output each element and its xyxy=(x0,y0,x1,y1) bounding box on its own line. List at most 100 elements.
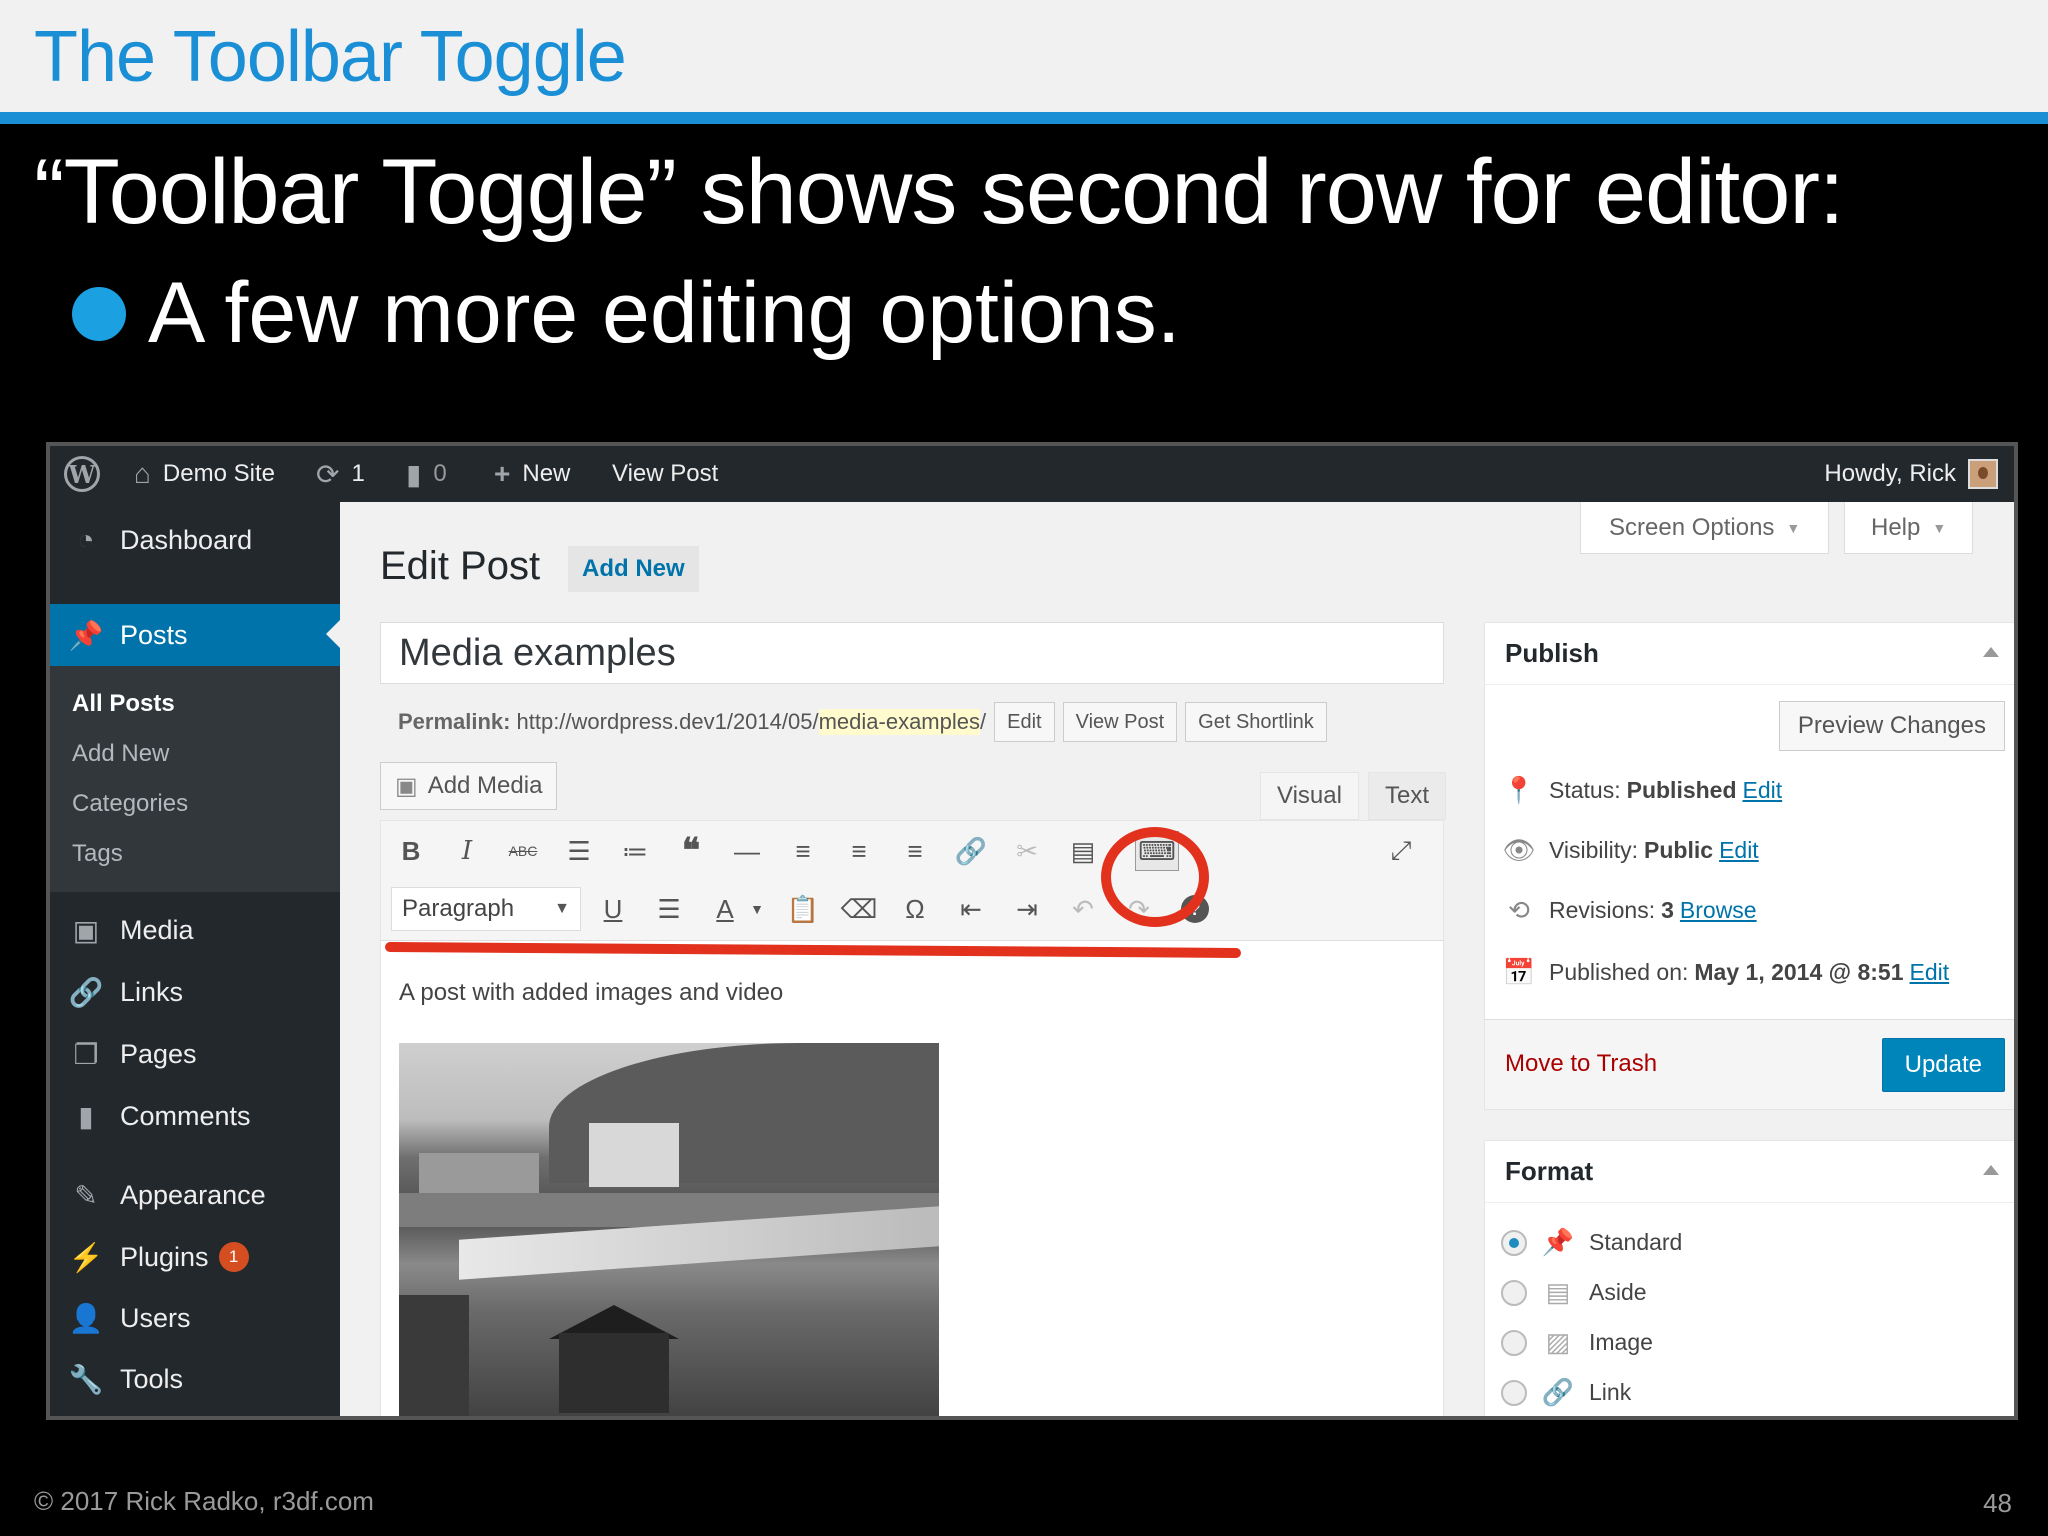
wp-logo-menu[interactable]: W xyxy=(64,446,100,502)
outdent-icon[interactable]: ⇤ xyxy=(951,889,991,929)
menu-item-tools[interactable]: 🔧 Tools xyxy=(50,1348,340,1410)
horizontal-line-icon[interactable]: — xyxy=(727,831,767,871)
post-image[interactable] xyxy=(399,1043,939,1416)
my-account-menu[interactable]: Howdy, Rick xyxy=(1824,446,1998,502)
permalink-trail: / xyxy=(980,709,987,734)
bold-icon[interactable]: B xyxy=(391,831,431,871)
strikethrough-icon[interactable]: ABC xyxy=(503,831,543,871)
radio-standard[interactable] xyxy=(1501,1229,1527,1256)
add-new-button[interactable]: Add New xyxy=(568,546,699,592)
menu-item-users[interactable]: 👤 Users xyxy=(50,1288,340,1348)
menu-item-posts[interactable]: 📌 Posts xyxy=(50,604,340,666)
permalink-view-post-button[interactable]: View Post xyxy=(1062,702,1178,742)
publish-box-title: Publish xyxy=(1505,638,1599,668)
format-select-value: Paragraph xyxy=(402,895,515,922)
indent-icon[interactable]: ⇥ xyxy=(1007,889,1047,929)
special-character-icon[interactable]: Ω xyxy=(895,889,935,929)
admin-bar: W ⌂ Demo Site ⟳ 1 ▮ 0 + New View Post Ho… xyxy=(50,446,2014,502)
submenu-add-new[interactable]: Add New xyxy=(72,740,169,768)
permalink-base: http://wordpress.dev1/2014/05/ xyxy=(516,709,819,734)
radio-image[interactable] xyxy=(1501,1329,1527,1356)
post-editor: B I ABC ☰ ≔ ❝ — ≡ ≡ ≡ 🔗 ✂ ▤ ⌨ ⤢ Paragrap… xyxy=(380,820,1444,1416)
get-shortlink-button[interactable]: Get Shortlink xyxy=(1185,702,1327,742)
format-option-standard[interactable]: 📌 Standard xyxy=(1501,1227,1682,1258)
format-label: Image xyxy=(1589,1329,1653,1355)
align-left-icon[interactable]: ≡ xyxy=(783,831,823,871)
italic-icon[interactable]: I xyxy=(447,831,487,871)
visibility-value: Public xyxy=(1644,837,1714,863)
menu-item-links[interactable]: 🔗 Links xyxy=(50,962,340,1022)
post-title-input[interactable]: Media examples xyxy=(380,622,1444,684)
help-button[interactable]: Help ▼ xyxy=(1844,502,1974,554)
publish-actions: Move to Trash Update xyxy=(1485,1019,2014,1109)
radio-aside[interactable] xyxy=(1501,1279,1527,1306)
undo-icon[interactable]: ↶ xyxy=(1063,889,1103,929)
clear-formatting-icon[interactable]: ⌫ xyxy=(839,889,879,929)
menu-item-media[interactable]: ▣ Media xyxy=(50,900,340,960)
screen-options-button[interactable]: Screen Options ▼ xyxy=(1580,502,1830,554)
permalink-edit-button[interactable]: Edit xyxy=(994,702,1055,742)
tab-visual[interactable]: Visual xyxy=(1260,772,1359,820)
view-post-link[interactable]: View Post xyxy=(612,446,718,502)
new-content-link[interactable]: + New xyxy=(494,446,570,502)
publish-box-header[interactable]: Publish xyxy=(1485,623,2014,685)
menu-label: Dashboard xyxy=(120,524,253,555)
blockquote-icon[interactable]: ❝ xyxy=(671,831,711,871)
revisions-browse-link[interactable]: Browse xyxy=(1680,897,1757,924)
photo-shed xyxy=(559,1333,669,1413)
align-center-icon[interactable]: ≡ xyxy=(839,831,879,871)
post-content-text[interactable]: A post with added images and video xyxy=(399,979,783,1007)
read-more-icon[interactable]: ▤ xyxy=(1063,831,1103,871)
users-icon: 👤 xyxy=(68,1302,104,1334)
format-option-aside[interactable]: ▤ Aside xyxy=(1501,1277,1647,1308)
justify-icon[interactable]: ☰ xyxy=(649,889,689,929)
format-label: Standard xyxy=(1589,1229,1683,1255)
remove-link-icon[interactable]: ✂ xyxy=(1007,831,1047,871)
menu-item-dashboard[interactable]: ◔ Dashboard xyxy=(50,502,340,578)
format-select[interactable]: Paragraph ▼ xyxy=(391,887,581,931)
numbered-list-icon[interactable]: ≔ xyxy=(615,831,655,871)
menu-item-appearance[interactable]: ✎ Appearance xyxy=(50,1164,340,1226)
tab-text[interactable]: Text xyxy=(1368,772,1447,820)
calendar-icon: 📅 xyxy=(1502,957,1536,987)
update-button[interactable]: Update xyxy=(1881,1038,2005,1092)
updates-link[interactable]: ⟳ 1 xyxy=(316,446,365,502)
submenu-tags[interactable]: Tags xyxy=(72,840,123,868)
site-name-link[interactable]: ⌂ Demo Site xyxy=(134,446,275,502)
format-box-header[interactable]: Format xyxy=(1485,1141,2014,1203)
status-label: Status: xyxy=(1549,777,1621,803)
permalink-slug[interactable]: media-examples xyxy=(818,709,980,735)
published-edit-link[interactable]: Edit xyxy=(1910,959,1950,986)
move-to-trash-link[interactable]: Move to Trash xyxy=(1505,1050,1657,1078)
status-edit-link[interactable]: Edit xyxy=(1743,777,1783,804)
align-right-icon[interactable]: ≡ xyxy=(895,831,935,871)
submenu-all-posts[interactable]: All Posts xyxy=(72,690,175,718)
menu-item-plugins[interactable]: ⚡ Plugins 1 xyxy=(50,1226,340,1288)
pin-icon: 📍 xyxy=(1502,775,1536,805)
insert-link-icon[interactable]: 🔗 xyxy=(951,831,991,871)
menu-item-pages[interactable]: ❐ Pages xyxy=(50,1024,340,1084)
preview-changes-button[interactable]: Preview Changes xyxy=(1778,701,2005,751)
comment-icon: ▮ xyxy=(78,1100,94,1132)
pages-icon: ❐ xyxy=(73,1038,99,1070)
paste-text-icon[interactable]: 📋 xyxy=(783,889,823,929)
format-option-link[interactable]: 🔗 Link xyxy=(1501,1377,1631,1408)
media-icon: ▣ xyxy=(395,772,418,800)
add-media-button[interactable]: ▣ Add Media xyxy=(380,762,558,810)
bulleted-list-icon[interactable]: ☰ xyxy=(559,831,599,871)
annotation-underline xyxy=(384,942,1242,958)
submenu-categories[interactable]: Categories xyxy=(72,790,188,818)
radio-link[interactable] xyxy=(1501,1379,1527,1406)
underline-icon[interactable]: U xyxy=(593,889,633,929)
annotation-circle xyxy=(1101,827,1209,927)
bullet-dot-icon xyxy=(72,286,126,341)
comments-link[interactable]: ▮ 0 xyxy=(406,446,447,502)
visibility-label: Visibility: xyxy=(1549,837,1639,863)
chevron-down-icon[interactable]: ▼ xyxy=(737,889,777,929)
format-label: Aside xyxy=(1589,1279,1647,1305)
fullscreen-icon[interactable]: ⤢ xyxy=(1381,831,1421,871)
format-option-image[interactable]: ▨ Image xyxy=(1501,1327,1653,1358)
visibility-edit-link[interactable]: Edit xyxy=(1719,837,1759,864)
menu-item-comments[interactable]: ▮ Comments xyxy=(50,1086,340,1146)
updates-count: 1 xyxy=(351,460,365,487)
